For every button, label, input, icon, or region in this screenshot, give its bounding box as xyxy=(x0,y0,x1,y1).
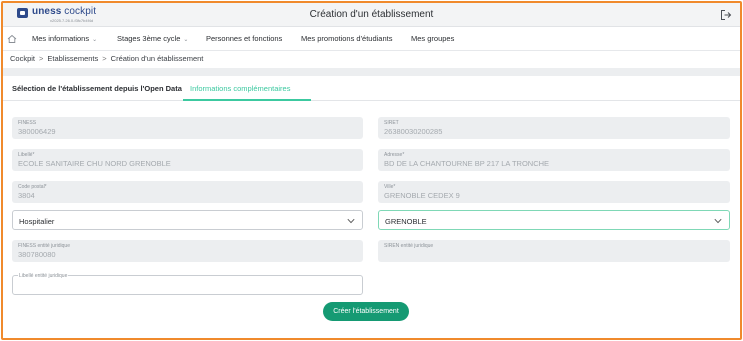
finess-juridique-field: FINESS entité juridique 380780080 xyxy=(12,240,363,262)
page-title: Création d'un établissement xyxy=(309,9,434,20)
home-icon[interactable] xyxy=(7,34,17,44)
nav-mes-groupes[interactable]: Mes groupes xyxy=(411,34,454,43)
siret-field: SIRET 26380030200285 xyxy=(378,117,730,139)
siren-juridique-field: SIREN entité juridique xyxy=(378,240,730,262)
nav-mes-informations[interactable]: Mes informations ⌄ xyxy=(32,34,97,43)
create-etablissement-button[interactable]: Créer l'établissement xyxy=(323,302,409,321)
breadcrumb-separator: > xyxy=(39,54,44,63)
active-tab-indicator xyxy=(183,99,311,101)
breadcrumb-current: Création d'un établissement xyxy=(110,54,204,63)
app-header: uness cockpit v2025.7.26.0-f3fc7b4f4d Cr… xyxy=(3,3,740,27)
breadcrumb: Cockpit > Etablissements > Création d'un éta… xyxy=(10,54,203,63)
adresse-field: Adresse* BD DE LA CHANTOURNE BP 217 LA T… xyxy=(378,149,730,171)
type-etablissement-select[interactable]: Hospitalier xyxy=(12,210,363,230)
finess-field: FINESS 380006429 xyxy=(12,117,363,139)
tab-informations-complementaires[interactable]: Informations complémentaires xyxy=(190,84,290,93)
breadcrumb-cockpit[interactable]: Cockpit xyxy=(10,54,35,63)
nav-mes-promotions[interactable]: Mes promotions d'étudiants xyxy=(301,34,392,43)
tab-open-data-selection[interactable]: Sélection de l'établissement depuis l'Op… xyxy=(12,84,182,93)
main-nav: Mes informations ⌄ Stages 3ème cycle ⌄ Per… xyxy=(3,27,740,51)
libelle-field: Libellé* ECOLE SANITAIRE CHU NORD GRENOB… xyxy=(12,149,363,171)
ville-field: Ville* GRENOBLE CEDEX 9 xyxy=(378,181,730,203)
nav-personnes-fonctions[interactable]: Personnes et fonctions xyxy=(206,34,282,43)
logout-icon[interactable] xyxy=(720,9,732,21)
section-divider xyxy=(3,68,740,76)
code-postal-field: Code postal* 3804 xyxy=(12,181,363,203)
chevron-down-icon: ⌄ xyxy=(183,37,189,43)
breadcrumb-separator: > xyxy=(102,54,107,63)
chevron-down-icon xyxy=(347,218,355,224)
chevron-down-icon: ⌄ xyxy=(92,37,98,43)
ville-select[interactable]: GRENOBLE xyxy=(378,210,730,230)
breadcrumb-etablissements[interactable]: Etablissements xyxy=(47,54,98,63)
chevron-down-icon xyxy=(714,218,722,224)
nav-stages-3eme-cycle[interactable]: Stages 3ème cycle ⌄ xyxy=(117,34,188,43)
tab-bar: Sélection de l'établissement depuis l'Op… xyxy=(3,76,740,101)
libelle-juridique-input[interactable]: Libellé entité juridique xyxy=(12,273,363,295)
